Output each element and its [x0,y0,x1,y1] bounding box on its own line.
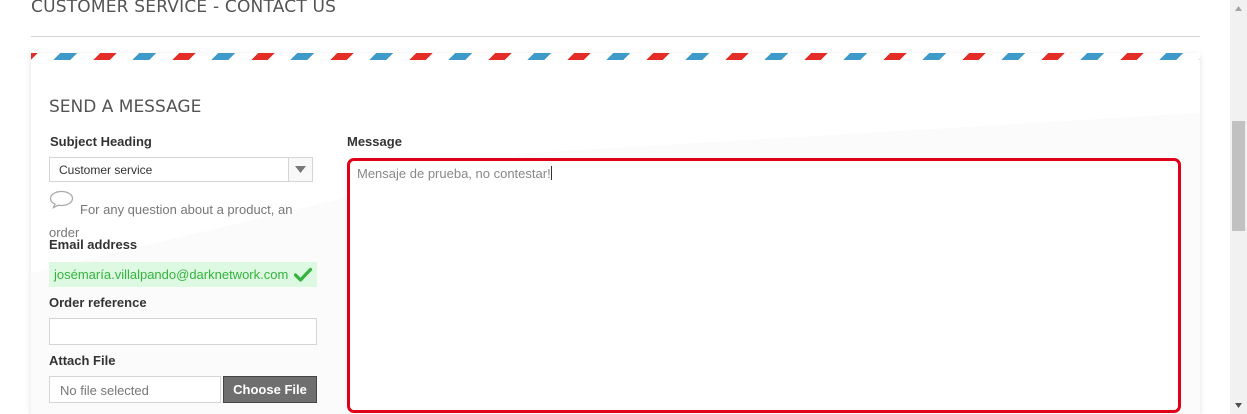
airmail-stripe-border [31,53,1200,60]
page-title: CUSTOMER SERVICE - CONTACT US [31,0,337,17]
scroll-up-arrow-icon[interactable] [1230,0,1247,17]
email-field[interactable]: josémaría.villalpando@darknetwork.com [49,262,317,287]
file-name-text: No file selected [60,383,149,398]
checkmark-icon [293,267,313,287]
subject-heading-select[interactable]: Customer service [49,157,313,182]
scrollbar-thumb[interactable] [1232,121,1245,231]
subject-heading-label: Subject Heading [50,134,152,149]
message-label: Message [347,134,402,149]
attach-file-label: Attach File [49,353,116,368]
contact-page: CUSTOMER SERVICE - CONTACT US SEND A MES… [0,0,1247,414]
form-title: SEND A MESSAGE [49,97,202,117]
chevron-down-icon[interactable] [288,158,312,181]
scroll-down-arrow-icon[interactable] [1230,397,1247,414]
subject-selected-value: Customer service [59,163,153,177]
message-text-content: Mensaje de prueba, no contestar! [357,166,551,181]
file-name-display: No file selected [49,376,221,403]
email-value: josémaría.villalpando@darknetwork.com [54,267,289,282]
text-cursor [550,166,552,180]
email-address-label: Email address [49,237,138,252]
order-reference-input[interactable] [49,318,317,345]
message-value: Mensaje de prueba, no contestar! [357,166,552,181]
message-textarea[interactable]: Mensaje de prueba, no contestar! [347,158,1181,413]
heading-divider [31,36,1200,37]
page-scrollbar[interactable] [1230,0,1247,414]
choose-file-button[interactable]: Choose File [223,376,317,403]
order-reference-label: Order reference [49,295,147,310]
contact-form-panel: SEND A MESSAGE Subject Heading Customer … [31,53,1200,414]
